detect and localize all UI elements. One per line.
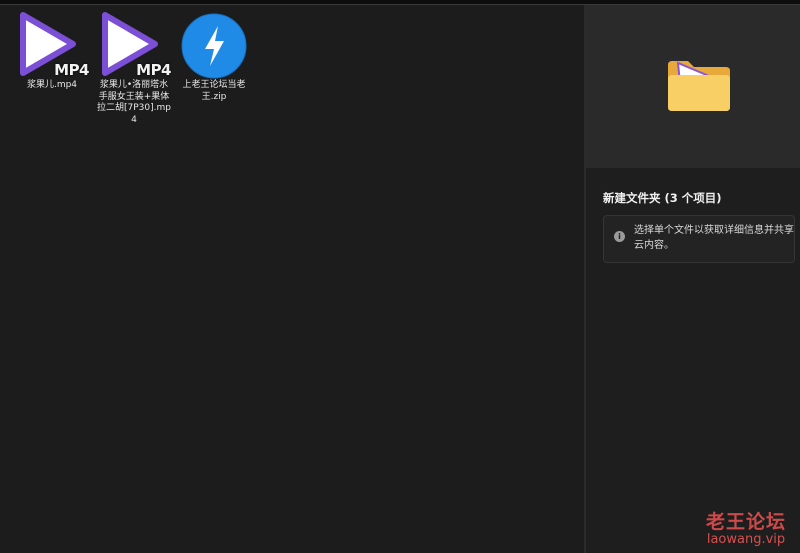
file-item-3[interactable]: 上老王论坛当老王.zip: [178, 9, 250, 103]
mp4-video-icon: MP4: [17, 9, 89, 79]
mp4-badge: MP4: [54, 61, 89, 79]
file-name: 上老王论坛当老王.zip: [182, 80, 246, 102]
details-pane: 新建文件夹 (3 个项目) i 选择单个文件以获取详细信息并共享云内容。: [586, 5, 800, 553]
watermark-en: laowang.vip: [706, 532, 786, 547]
mp4-video-icon: MP4: [99, 9, 171, 79]
watermark-cn: 老王论坛: [706, 511, 787, 533]
info-icon: i: [614, 231, 625, 242]
mp4-badge: MP4: [136, 61, 171, 79]
watermark: 老王论坛 laowang.vip: [706, 507, 786, 547]
file-name: 浆果儿•洛丽塔水手服女王装+果体拉二胡[7P30].mp4: [97, 80, 171, 125]
folder-title: 新建文件夹 (3 个项目): [603, 191, 722, 205]
zip-archive-icon: [179, 9, 249, 79]
info-text: 选择单个文件以获取详细信息并共享云内容。: [634, 225, 794, 251]
file-name: 浆果儿.mp4: [26, 80, 78, 90]
file-item-2[interactable]: MP4 浆果儿•洛丽塔水手服女王装+果体拉二胡[7P30].mp4: [96, 9, 172, 126]
info-message: i 选择单个文件以获取详细信息并共享云内容。: [603, 215, 795, 263]
folder-icon: [668, 61, 730, 111]
file-item-1[interactable]: MP4 浆果儿.mp4: [14, 9, 90, 92]
folder-preview: [586, 5, 800, 168]
file-list-pane: MP4 浆果儿.mp4 MP4 浆果儿•洛丽塔水手服女王装+果体拉二胡[7P30…: [0, 5, 584, 553]
